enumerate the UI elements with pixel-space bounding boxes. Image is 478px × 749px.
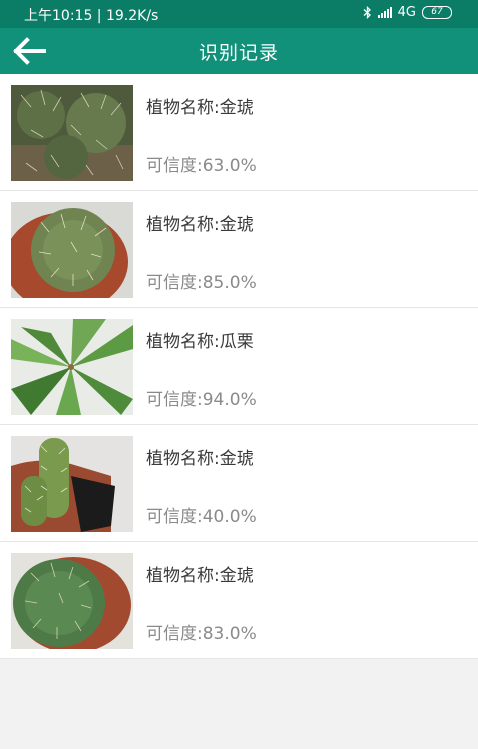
- plant-name: 植物名称:金琥: [146, 566, 254, 586]
- list-item[interactable]: 植物名称:金琥 可信度:63.0%: [0, 74, 478, 191]
- plant-name: 植物名称:瓜栗: [146, 332, 254, 352]
- page-title: 识别记录: [198, 42, 279, 64]
- plant-name: 植物名称:金琥: [146, 449, 254, 469]
- network-type: 4G: [397, 5, 416, 20]
- signal-icon: [377, 7, 392, 18]
- plant-thumbnail: [11, 319, 133, 415]
- status-time-speed: 上午10:15 | 19.2K/s: [24, 8, 159, 24]
- plant-thumbnail: [11, 202, 133, 298]
- plant-name: 植物名称:金琥: [146, 98, 254, 118]
- confidence-value: 可信度:63.0%: [146, 156, 257, 176]
- list-item[interactable]: 植物名称:金琥 可信度:83.0%: [0, 542, 478, 659]
- record-list: 植物名称:金琥 可信度:63.0% 植物名称:金琥 可信度:85.0% 植物名称…: [0, 74, 478, 659]
- confidence-value: 可信度:85.0%: [146, 273, 257, 293]
- list-item[interactable]: 植物名称:金琥 可信度:40.0%: [0, 425, 478, 542]
- plant-thumbnail: [11, 553, 133, 649]
- confidence-value: 可信度:83.0%: [146, 624, 257, 644]
- plant-thumbnail: [11, 85, 133, 181]
- confidence-value: 可信度:40.0%: [146, 507, 257, 527]
- app-bar: 识别记录: [0, 28, 478, 74]
- status-icons: 4G 67: [363, 5, 452, 20]
- confidence-value: 可信度:94.0%: [146, 390, 257, 410]
- status-bar: 上午10:15 | 19.2K/s 4G 67: [0, 0, 478, 28]
- plant-thumbnail: [11, 436, 133, 532]
- plant-name: 植物名称:金琥: [146, 215, 254, 235]
- list-item[interactable]: 植物名称:金琥 可信度:85.0%: [0, 191, 478, 308]
- battery-icon: 67: [422, 6, 452, 19]
- list-item[interactable]: 植物名称:瓜栗 可信度:94.0%: [0, 308, 478, 425]
- bluetooth-icon: [363, 6, 371, 19]
